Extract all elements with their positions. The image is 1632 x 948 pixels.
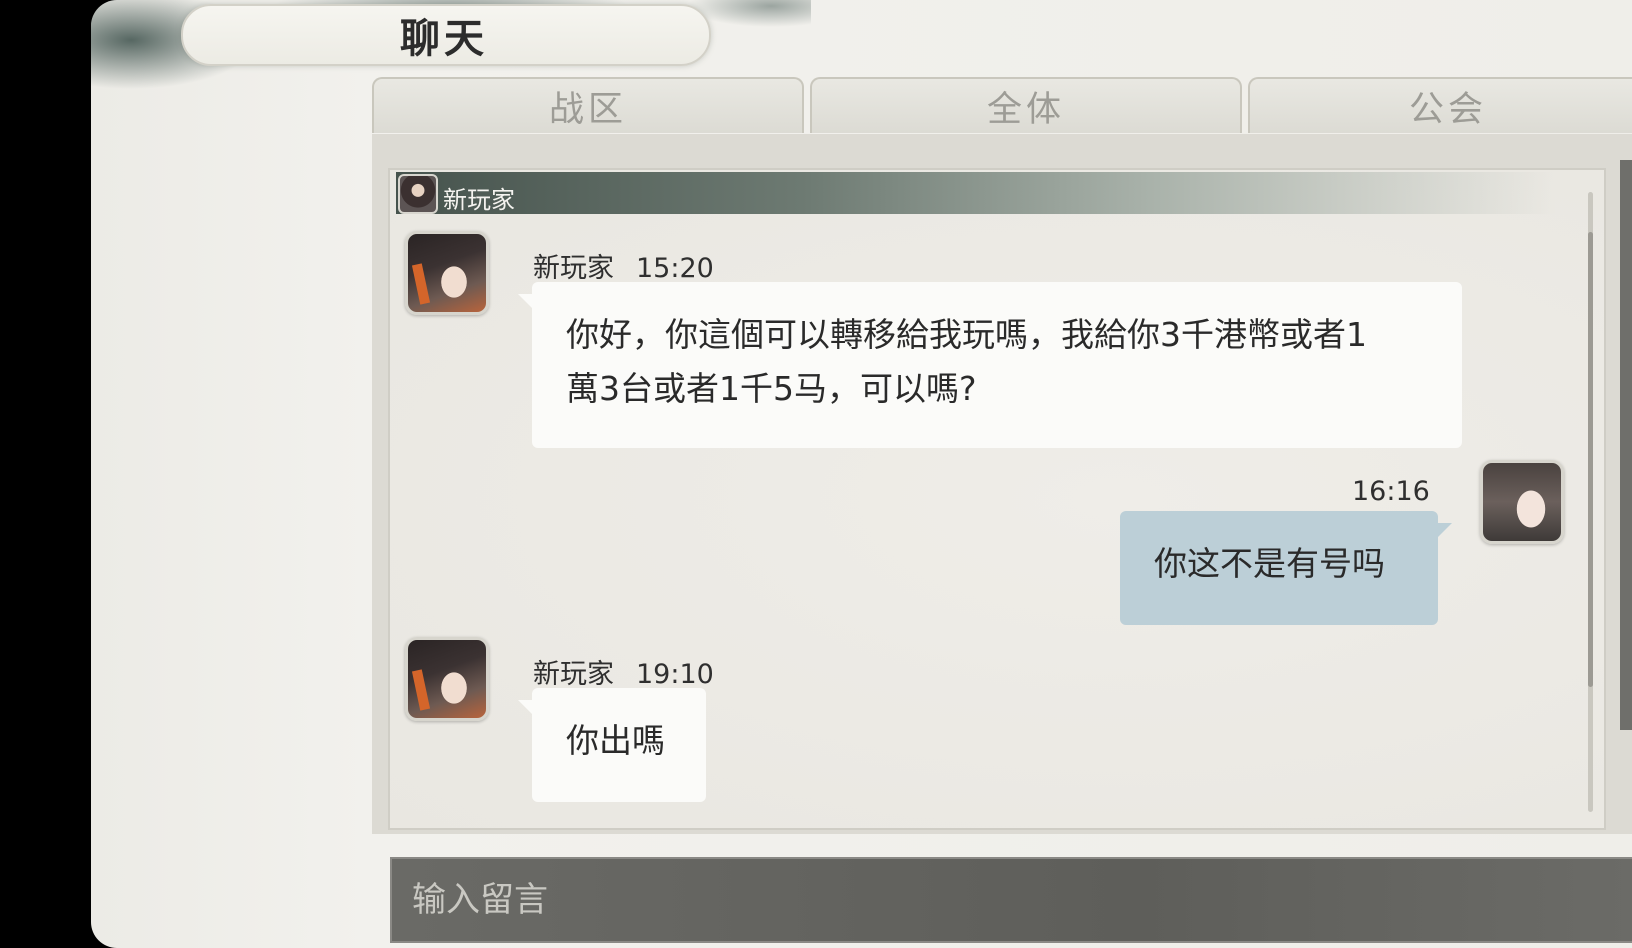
page-title: 聊天 [400, 15, 488, 62]
channel-header [396, 172, 1556, 214]
message-bubble: 你好，你這個可以轉移給我玩嗎，我給你3千港幣或者1 萬3台或者1千5马，可以嗎? [518, 282, 1462, 448]
sender-name: 新玩家 [533, 659, 614, 690]
scrollbar-thumb[interactable] [1588, 232, 1593, 687]
message-meta: 新玩家 19:10 [533, 652, 714, 691]
screen: 聊天 战区 全体 公会 新玩家 新玩家 15:20 你好，你這個可以轉移給我玩嗎，… [0, 0, 1632, 948]
message-time: 16:16 [1352, 476, 1430, 507]
side-panel-edge [1620, 160, 1632, 730]
tab-war-zone[interactable]: 战区 [372, 77, 804, 133]
message-text: 你出嗎 [566, 721, 665, 760]
message-text-line: 你好，你這個可以轉移給我玩嗎，我給你3千港幣或者1 [566, 315, 1367, 354]
sender-name: 新玩家 [533, 253, 614, 284]
tab-all[interactable]: 全体 [810, 77, 1242, 133]
message-meta: 16:16 [1352, 476, 1430, 507]
channel-name: 新玩家 [443, 186, 515, 214]
message-time: 15:20 [636, 253, 714, 284]
message-text-line: 萬3台或者1千5马，可以嗎? [566, 369, 977, 408]
tab-guild[interactable]: 公会 [1248, 77, 1632, 133]
message-bubble: 你出嗎 [518, 688, 706, 802]
message-input[interactable] [392, 859, 1632, 941]
own-message-bubble: 你这不是有号吗 [1120, 511, 1452, 625]
message-meta: 新玩家 15:20 [533, 246, 714, 285]
sender-avatar[interactable] [405, 637, 489, 721]
message-time: 19:10 [636, 659, 714, 690]
channel-avatar-icon[interactable] [398, 174, 438, 214]
own-avatar[interactable] [1480, 460, 1564, 544]
message-input-bar [390, 857, 1632, 943]
message-text: 你这不是有号吗 [1154, 544, 1385, 583]
sender-avatar[interactable] [405, 231, 489, 315]
